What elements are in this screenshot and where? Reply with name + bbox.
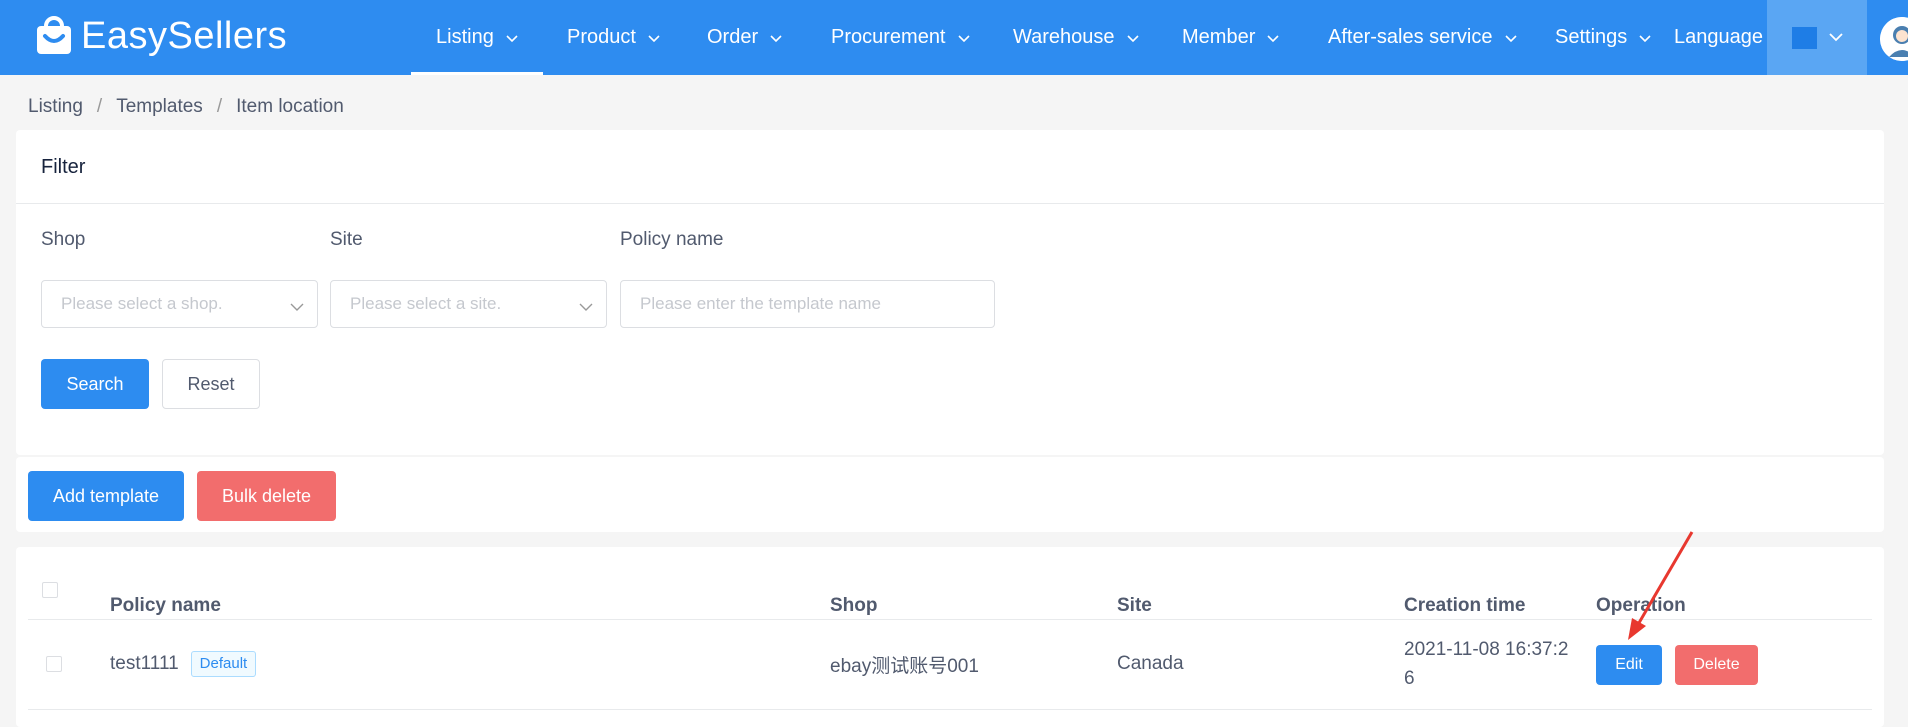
chevron-down-icon	[1126, 26, 1139, 49]
shop-cell: ebay测试账号001	[830, 655, 979, 677]
chevron-down-icon	[579, 297, 593, 317]
filter-title: Filter	[41, 155, 86, 178]
nav-member[interactable]: Member	[1182, 0, 1279, 75]
row-divider	[28, 709, 1872, 710]
policy-name-value: test1111	[110, 653, 179, 674]
breadcrumb: Listing / Templates / Item location	[28, 96, 344, 118]
creation-time-line: 2021-11-08 16:37:2	[1404, 639, 1569, 660]
policy-name-placeholder: Please enter the template name	[640, 294, 881, 313]
nav-after-sales-service[interactable]: After-sales service	[1328, 0, 1517, 75]
chevron-down-icon	[957, 26, 970, 49]
site-select[interactable]: Please select a site.	[330, 280, 607, 328]
site-select-placeholder: Please select a site.	[350, 294, 502, 313]
shop-label: Shop	[41, 229, 86, 250]
account-dropdown[interactable]	[1767, 0, 1867, 75]
site-cell: Canada	[1117, 653, 1184, 674]
search-button[interactable]: Search	[41, 359, 149, 409]
reset-button[interactable]: Reset	[162, 359, 260, 409]
nav-label: After-sales service	[1328, 26, 1493, 48]
policy-name-cell: test1111 Default	[110, 647, 257, 681]
filter-panel: Filter Shop Site Policy name Please sele…	[16, 130, 1884, 455]
chevron-down-icon	[1504, 26, 1517, 49]
logo-text: EasySellers	[81, 15, 288, 57]
edit-button[interactable]: Edit	[1596, 645, 1662, 685]
breadcrumb-separator: /	[216, 96, 223, 117]
chevron-down-icon	[1828, 29, 1843, 47]
default-tag: Default	[190, 651, 257, 677]
chevron-down-icon	[648, 26, 660, 49]
breadcrumb-item-templates[interactable]: Templates	[116, 96, 203, 118]
header-divider	[28, 619, 1872, 620]
delete-button[interactable]: Delete	[1675, 645, 1758, 685]
language-switch[interactable]: Language	[1674, 0, 1763, 75]
breadcrumb-separator: /	[96, 96, 103, 117]
nav-label: Product	[567, 26, 636, 48]
select-all-checkbox[interactable]	[42, 582, 58, 598]
nav-label: Procurement	[831, 26, 946, 48]
site-label: Site	[330, 229, 363, 250]
policy-name-input[interactable]: Please enter the template name	[620, 280, 995, 328]
nav-label: Order	[707, 26, 759, 48]
bulk-delete-button[interactable]: Bulk delete	[197, 471, 336, 521]
nav-warehouse[interactable]: Warehouse	[1013, 0, 1139, 75]
user-avatar-icon	[1880, 17, 1908, 61]
creation-time-cell: 2021-11-08 16:37:2 6	[1404, 635, 1568, 693]
policy-name-label: Policy name	[620, 229, 724, 250]
nav-procurement[interactable]: Procurement	[831, 0, 970, 75]
nav-label: Member	[1182, 26, 1256, 48]
account-color-icon	[1791, 26, 1817, 49]
shop-select-placeholder: Please select a shop.	[61, 294, 223, 313]
chevron-down-icon	[290, 297, 304, 317]
nav-order[interactable]: Order	[707, 0, 782, 75]
divider	[16, 203, 1884, 204]
chevron-down-icon	[770, 26, 782, 49]
shop-select[interactable]: Please select a shop.	[41, 280, 318, 328]
nav-label: Settings	[1555, 26, 1628, 48]
nav-listing[interactable]: Listing	[411, 0, 543, 75]
nav-settings[interactable]: Settings	[1555, 0, 1651, 75]
nav-product[interactable]: Product	[567, 0, 660, 75]
logo[interactable]: EasySellers	[34, 14, 287, 58]
breadcrumb-item-current: Item location	[236, 96, 344, 117]
chevron-down-icon	[1267, 26, 1279, 49]
row-checkbox[interactable]	[46, 656, 62, 672]
template-table: Policy name Shop Site Creation time Oper…	[16, 547, 1884, 727]
chevron-down-icon	[1639, 26, 1651, 49]
nav-label: Warehouse	[1013, 26, 1115, 48]
top-navigation-bar: EasySellers Listing Product Order Procur…	[0, 0, 1908, 75]
nav-label: Listing	[436, 26, 494, 48]
action-bar: Add template Bulk delete	[16, 457, 1884, 532]
chevron-down-icon	[506, 26, 518, 49]
creation-time-line: 6	[1404, 668, 1415, 689]
add-template-button[interactable]: Add template	[28, 471, 184, 521]
shopping-bag-logo-icon	[37, 16, 71, 54]
avatar[interactable]	[1880, 17, 1908, 61]
breadcrumb-item-listing[interactable]: Listing	[28, 96, 83, 118]
